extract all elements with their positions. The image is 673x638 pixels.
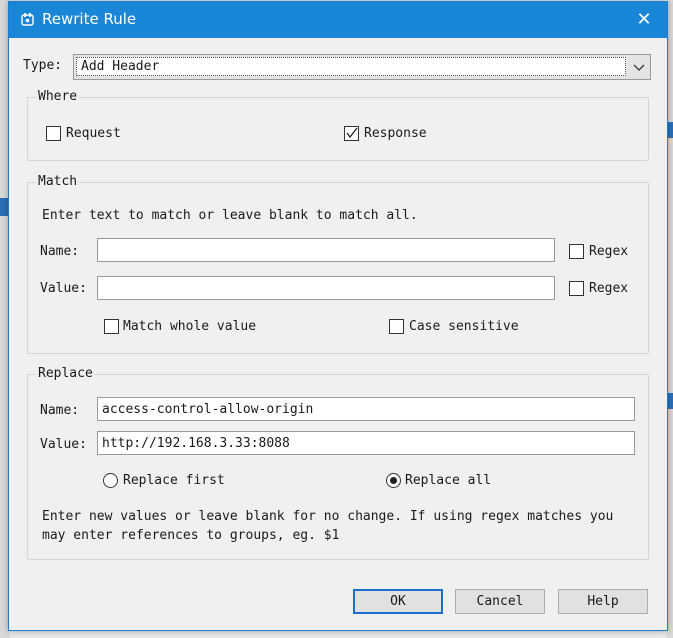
replace-all-label: Replace all bbox=[405, 473, 492, 488]
where-group-title: Where bbox=[36, 89, 80, 104]
where-group: Where Request Response bbox=[27, 89, 649, 161]
request-label: Request bbox=[66, 126, 121, 141]
close-button[interactable]: ✕ bbox=[621, 2, 667, 38]
cancel-button[interactable]: Cancel bbox=[455, 589, 545, 614]
replace-group: Replace Name: access-control-allow-origi… bbox=[27, 366, 649, 560]
replace-all-radio[interactable] bbox=[386, 473, 401, 488]
match-group-title: Match bbox=[36, 174, 80, 189]
replace-first-label: Replace first bbox=[123, 473, 225, 488]
match-hint: Enter text to match or leave blank to ma… bbox=[42, 208, 418, 223]
title-bar: Rewrite Rule ✕ bbox=[9, 2, 667, 38]
match-value-input[interactable] bbox=[97, 276, 555, 300]
ok-button[interactable]: OK bbox=[353, 589, 443, 614]
replace-first-radio[interactable] bbox=[103, 473, 118, 488]
replace-name-value: access-control-allow-origin bbox=[102, 402, 314, 417]
replace-hint-line2: may enter references to groups, eg. $1 bbox=[42, 528, 340, 543]
type-select-field: Add Header bbox=[76, 57, 626, 76]
replace-name-input[interactable]: access-control-allow-origin bbox=[97, 397, 635, 421]
case-sensitive-checkbox[interactable] bbox=[389, 319, 404, 334]
response-checkbox[interactable] bbox=[344, 126, 359, 141]
replace-value-input[interactable]: http://192.168.3.33:8088 bbox=[97, 431, 635, 455]
replace-value-value: http://192.168.3.33:8088 bbox=[102, 436, 290, 451]
match-name-label: Name: bbox=[40, 244, 80, 259]
match-whole-value-label: Match whole value bbox=[123, 319, 257, 334]
match-value-regex-label: Regex bbox=[589, 281, 629, 296]
checkmark-icon bbox=[346, 127, 358, 139]
type-select[interactable]: Add Header bbox=[73, 54, 651, 80]
match-group: Match Enter text to match or leave blank… bbox=[27, 174, 649, 354]
replace-hint-line1: Enter new values or leave blank for no c… bbox=[42, 509, 614, 524]
case-sensitive-label: Case sensitive bbox=[409, 319, 519, 334]
replace-value-label: Value: bbox=[40, 437, 87, 452]
help-button[interactable]: Help bbox=[558, 589, 648, 614]
app-icon bbox=[21, 13, 34, 26]
response-label: Response bbox=[364, 126, 427, 141]
replace-name-label: Name: bbox=[40, 403, 80, 418]
rewrite-rule-dialog: Rewrite Rule ✕ Type: Add Header Where Re… bbox=[8, 1, 668, 631]
request-checkbox[interactable] bbox=[46, 126, 61, 141]
type-select-value: Add Header bbox=[81, 59, 160, 74]
match-name-input[interactable] bbox=[97, 238, 555, 262]
match-value-regex-checkbox[interactable] bbox=[569, 281, 584, 296]
chevron-down-icon bbox=[633, 64, 645, 71]
dialog-title: Rewrite Rule bbox=[42, 10, 137, 28]
close-icon: ✕ bbox=[636, 9, 652, 30]
match-whole-value-checkbox[interactable] bbox=[104, 319, 119, 334]
replace-group-title: Replace bbox=[36, 366, 95, 381]
radio-selected-dot bbox=[390, 477, 397, 484]
type-label: Type: bbox=[23, 58, 63, 73]
match-value-label: Value: bbox=[40, 281, 87, 296]
match-name-regex-checkbox[interactable] bbox=[569, 244, 584, 259]
match-name-regex-label: Regex bbox=[589, 244, 629, 259]
